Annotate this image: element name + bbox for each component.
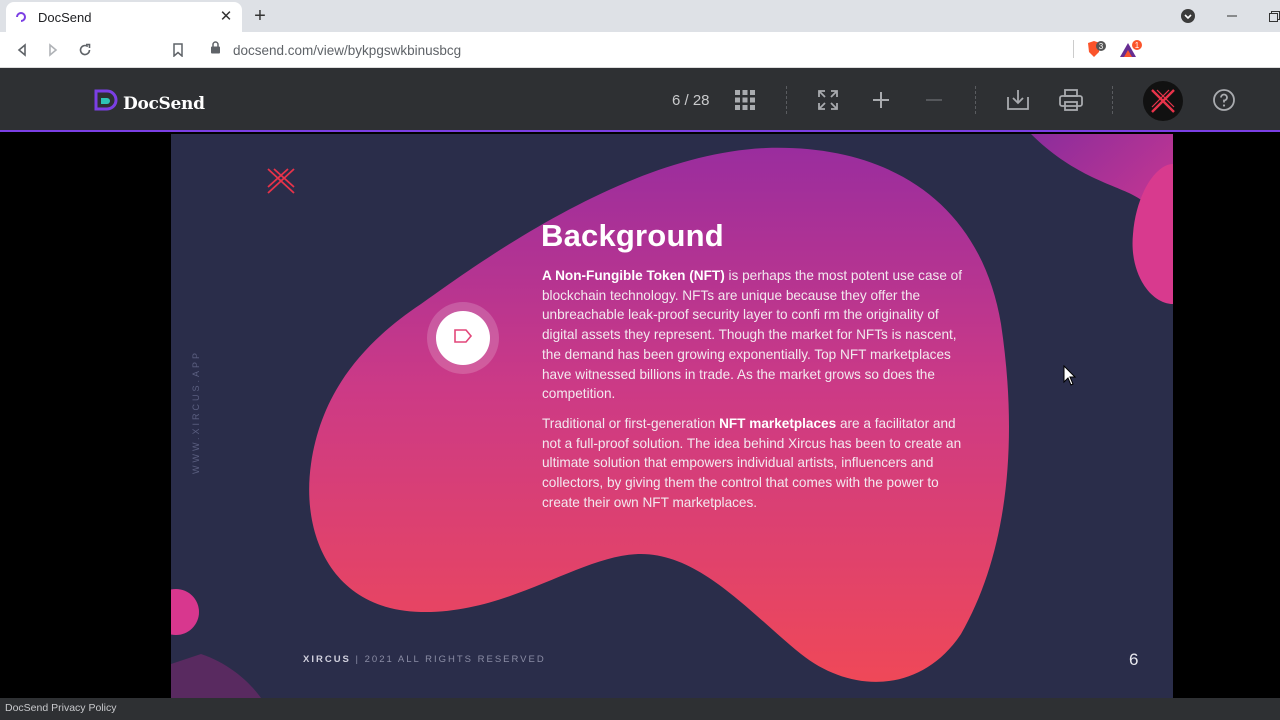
minimize-window-icon[interactable]	[1224, 8, 1240, 24]
slide-paragraph-1: A Non-Fungible Token (NFT) is perhaps th…	[542, 268, 963, 402]
svg-text:1: 1	[1135, 41, 1140, 50]
restore-window-icon[interactable]	[1266, 8, 1280, 24]
fullscreen-icon[interactable]	[814, 86, 842, 114]
side-website-text: WWW.XIRCUS.APP	[191, 349, 201, 474]
close-tab-icon[interactable]: ✕	[218, 9, 234, 25]
grid-view-icon[interactable]	[731, 86, 759, 114]
docsend-logo-icon	[93, 88, 119, 119]
docsend-logo[interactable]: DocSend	[93, 88, 205, 119]
tab-title: DocSend	[38, 9, 92, 25]
help-icon[interactable]	[1210, 86, 1238, 114]
reload-icon[interactable]	[75, 40, 95, 60]
lock-icon[interactable]	[210, 41, 221, 59]
address-bar[interactable]: docsend.com/view/bykpgswkbinusbcg	[200, 36, 1076, 64]
xircus-logo-icon	[265, 166, 297, 201]
privacy-policy-link[interactable]: DocSend Privacy Policy	[5, 702, 116, 714]
new-tab-icon[interactable]: +	[250, 6, 270, 26]
download-icon[interactable]	[1004, 86, 1032, 114]
slide-paragraph-2: Traditional or first-generation NFT mark…	[542, 416, 962, 510]
document-slide: Background A Non-Fungible Token (NFT) is…	[171, 134, 1173, 698]
docsend-logo-text: DocSend	[123, 93, 205, 114]
back-icon[interactable]	[12, 40, 32, 60]
header-divider	[975, 86, 976, 114]
status-bar: DocSend Privacy Policy	[0, 698, 1280, 720]
print-icon[interactable]	[1057, 86, 1085, 114]
brave-rewards-icon[interactable]: 1	[1119, 40, 1142, 60]
brave-shield-icon[interactable]: 3	[1085, 40, 1106, 60]
slide-page-number: 6	[1129, 650, 1139, 669]
page-counter: 6 / 28	[672, 92, 710, 109]
zoom-out-icon[interactable]	[920, 86, 948, 114]
avatar[interactable]	[1143, 81, 1183, 121]
docsend-header: DocSend 6 / 28	[0, 68, 1280, 132]
tag-icon	[453, 328, 473, 349]
docsend-favicon-icon	[14, 10, 28, 24]
header-divider	[1112, 86, 1113, 114]
header-divider	[786, 86, 787, 114]
bookmark-icon[interactable]	[168, 40, 188, 60]
mouse-cursor-icon	[1063, 364, 1077, 392]
tag-badge	[427, 302, 499, 374]
svg-text:3: 3	[1099, 42, 1104, 51]
url-text: docsend.com/view/bykpgswkbinusbcg	[233, 42, 462, 58]
slide-title: Background	[541, 218, 724, 253]
browser-tab[interactable]: DocSend ✕	[6, 2, 242, 32]
forward-icon[interactable]	[43, 40, 63, 60]
slide-footer: XIRCUS | 2021 ALL RIGHTS RESERVED	[303, 654, 546, 665]
zoom-in-icon[interactable]	[867, 86, 895, 114]
tab-search-icon[interactable]	[1180, 8, 1196, 24]
browser-tab-strip: DocSend ✕ +	[0, 0, 1280, 32]
toolbar-divider	[1073, 40, 1074, 58]
